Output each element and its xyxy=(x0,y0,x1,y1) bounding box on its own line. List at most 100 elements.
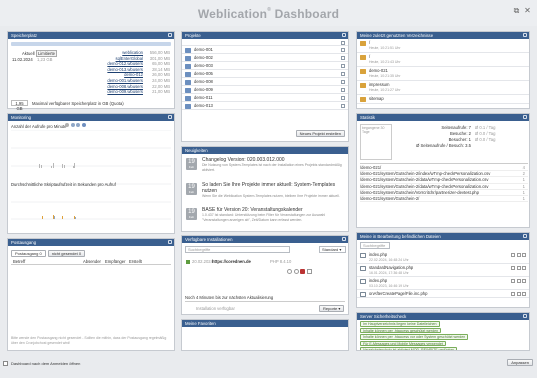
settings-icon[interactable] xyxy=(523,33,527,37)
settings-icon[interactable] xyxy=(342,237,346,241)
news-item[interactable]: Changelog Version: 020.003.012.000 Die Nu… xyxy=(202,157,344,172)
quota-input[interactable]: 1,95 GB xyxy=(11,100,28,111)
edit-icon[interactable] xyxy=(511,253,515,257)
open-icon[interactable] xyxy=(341,56,345,60)
editing-search-input[interactable]: Suchbegriffe xyxy=(360,242,390,249)
open-icon[interactable] xyxy=(516,253,521,257)
storage-name[interactable]: demo-008.wbusers xyxy=(107,84,143,89)
stats-chart-thumb[interactable]: begangene 30 Tage xyxy=(360,124,392,160)
storage-name[interactable]: demo-013.wbusers xyxy=(107,67,143,72)
col-limit[interactable]: Limitierte xyxy=(36,50,57,57)
folder-icon[interactable] xyxy=(522,292,526,296)
news-item[interactable]: So laden Sie Ihre Projekte immer aktuell… xyxy=(202,182,344,199)
edit-file-item[interactable]: index.php 22.02.2024, 16:48:24 Uhr xyxy=(357,251,529,264)
refresh-icon[interactable] xyxy=(287,269,292,274)
dir-item[interactable]: sitemap xyxy=(357,95,529,104)
dir-item[interactable]: impressum Heute, 10:21:27 Uhr xyxy=(357,81,529,95)
settings-icon[interactable] xyxy=(342,33,346,37)
folder-icon[interactable] xyxy=(522,266,526,270)
stats-count: 2 xyxy=(522,171,525,177)
col-betreff[interactable]: Betreff xyxy=(13,259,25,264)
news-title[interactable]: So laden Sie Ihre Projekte immer aktuell… xyxy=(202,182,344,194)
search-icon[interactable] xyxy=(341,41,345,45)
open-icon[interactable] xyxy=(341,72,345,76)
install-url[interactable]: https://corednen.de xyxy=(212,259,251,264)
edit-file-item[interactable]: index.php 03.10.2023, 16:46:19 Uhr xyxy=(357,277,529,290)
edit-icon[interactable] xyxy=(511,292,515,296)
open-icon[interactable] xyxy=(341,48,345,52)
folder-icon[interactable] xyxy=(522,279,526,283)
delete-icon[interactable] xyxy=(306,269,312,274)
open-icon[interactable] xyxy=(341,104,345,108)
project-item[interactable]: demo-003 xyxy=(182,62,348,70)
col-absender[interactable]: Absender xyxy=(83,259,101,264)
project-item[interactable]: demo-002 xyxy=(182,54,348,62)
tab-postausgang[interactable]: Postausgang 0 xyxy=(11,250,46,257)
storage-name[interactable]: demo-009.wbusers xyxy=(107,89,143,94)
edit-icon[interactable] xyxy=(511,279,515,283)
storage-name[interactable]: demo-012.wbusers xyxy=(107,61,143,66)
legend-dot-4[interactable] xyxy=(81,123,86,127)
edit-icon[interactable] xyxy=(511,266,515,270)
dir-item[interactable]: / Heute, 10:21:51 Uhr xyxy=(357,39,529,53)
close-icon[interactable]: ✕ xyxy=(524,7,531,15)
settings-icon[interactable] xyxy=(168,240,172,244)
stats-path[interactable]: /demo-021/system/Gutschein-2/ xyxy=(360,196,419,201)
dir-name[interactable]: sitemap xyxy=(369,96,529,102)
project-item[interactable]: demo-001 xyxy=(182,46,348,54)
open-icon[interactable] xyxy=(516,266,521,270)
stats-path[interactable]: /demo-021/system/Gutschein/Vorrcritchr/p… xyxy=(360,190,479,195)
stats-path-row[interactable]: /demo-021/system/Gutschein-2/1 xyxy=(360,196,528,203)
security-check: Verzeichnisschutz ist aktiviert MOD_REWR… xyxy=(357,346,529,350)
storage-name[interactable]: sqlEnterGlobal xyxy=(116,56,143,61)
apply-button[interactable]: Anpassen xyxy=(507,359,533,366)
open-icon[interactable] xyxy=(341,64,345,68)
dir-item[interactable]: / Heute, 10:21:43 Uhr xyxy=(357,53,529,67)
project-item[interactable]: demo-005 xyxy=(182,70,348,78)
open-icon[interactable] xyxy=(516,292,521,296)
col-empfaenger[interactable]: Empfänger xyxy=(105,259,125,264)
project-item[interactable]: demo-009 xyxy=(182,86,348,94)
popout-icon[interactable]: ⧉ xyxy=(513,7,520,15)
project-name: demo-005 xyxy=(194,71,213,76)
edit-file-item[interactable]: standardNavigation.php 16.01.2024, 17:36:… xyxy=(357,264,529,277)
stats-path[interactable]: /demo-021/system/Gutschein-2/index/wTmp-… xyxy=(360,171,490,176)
open-icon[interactable] xyxy=(341,96,345,100)
settings-icon[interactable] xyxy=(168,115,172,119)
dir-item[interactable]: demo-021 Heute, 10:21:35 Uhr xyxy=(357,67,529,81)
edit-file-item[interactable]: onAfterCreatePage/File.inc.php xyxy=(357,290,529,298)
settings-icon[interactable] xyxy=(168,33,172,37)
storage-name[interactable]: demo-001.wbusers xyxy=(107,78,143,83)
open-icon[interactable] xyxy=(341,80,345,84)
legend-dot-2[interactable] xyxy=(70,123,75,127)
legend-dot-1[interactable] xyxy=(65,123,69,127)
installs-filter-select[interactable]: Standard ▾ xyxy=(319,246,346,253)
open-icon[interactable] xyxy=(516,279,521,283)
open-icon[interactable] xyxy=(341,88,345,92)
storage-name[interactable]: demo-012 xyxy=(124,72,143,77)
settings-icon[interactable] xyxy=(523,314,527,318)
shield-icon[interactable] xyxy=(300,269,305,274)
edit-file-name[interactable]: onAfterCreatePage/File.inc.php xyxy=(369,291,529,297)
tab-nicht-gesendet[interactable]: nicht gesendet 0 xyxy=(47,250,86,257)
project-item[interactable]: demo-008 xyxy=(182,78,348,86)
security-check-label: Inhalte können per .htaccess vor oder Sy… xyxy=(360,334,469,340)
col-erstellt[interactable]: Erstellt xyxy=(129,259,142,264)
project-item[interactable]: demo-011 xyxy=(182,94,348,102)
installs-search-input[interactable]: Suchbegriffe xyxy=(185,246,290,253)
news-item[interactable]: BASE für Version 20: Veranstaltungskalen… xyxy=(202,207,344,222)
dashboard-open-checkbox[interactable] xyxy=(3,361,8,366)
stats-path[interactable]: /demo-021/system/Gutschein-2/data/wTmp-c… xyxy=(360,184,488,189)
settings-icon[interactable] xyxy=(293,269,299,274)
legend-dot-3[interactable] xyxy=(76,123,80,127)
report-button[interactable]: Reporte ▾ xyxy=(319,305,345,312)
folder-icon[interactable] xyxy=(522,253,526,257)
storage-name[interactable]: weblication xyxy=(122,50,143,55)
project-item[interactable]: demo-013 xyxy=(182,102,348,110)
new-project-button[interactable]: Neues Projekt erstellen xyxy=(295,130,345,137)
stats-path[interactable]: /demo-021/system/Gutschein-2/data/wTmp-c… xyxy=(360,177,488,182)
security-check-label: Verzeichnisschutz ist aktiviert MOD_REWR… xyxy=(360,347,457,350)
settings-icon[interactable] xyxy=(523,115,527,119)
stats-path[interactable]: /demo-021/ xyxy=(360,165,381,170)
settings-icon[interactable] xyxy=(523,234,527,238)
